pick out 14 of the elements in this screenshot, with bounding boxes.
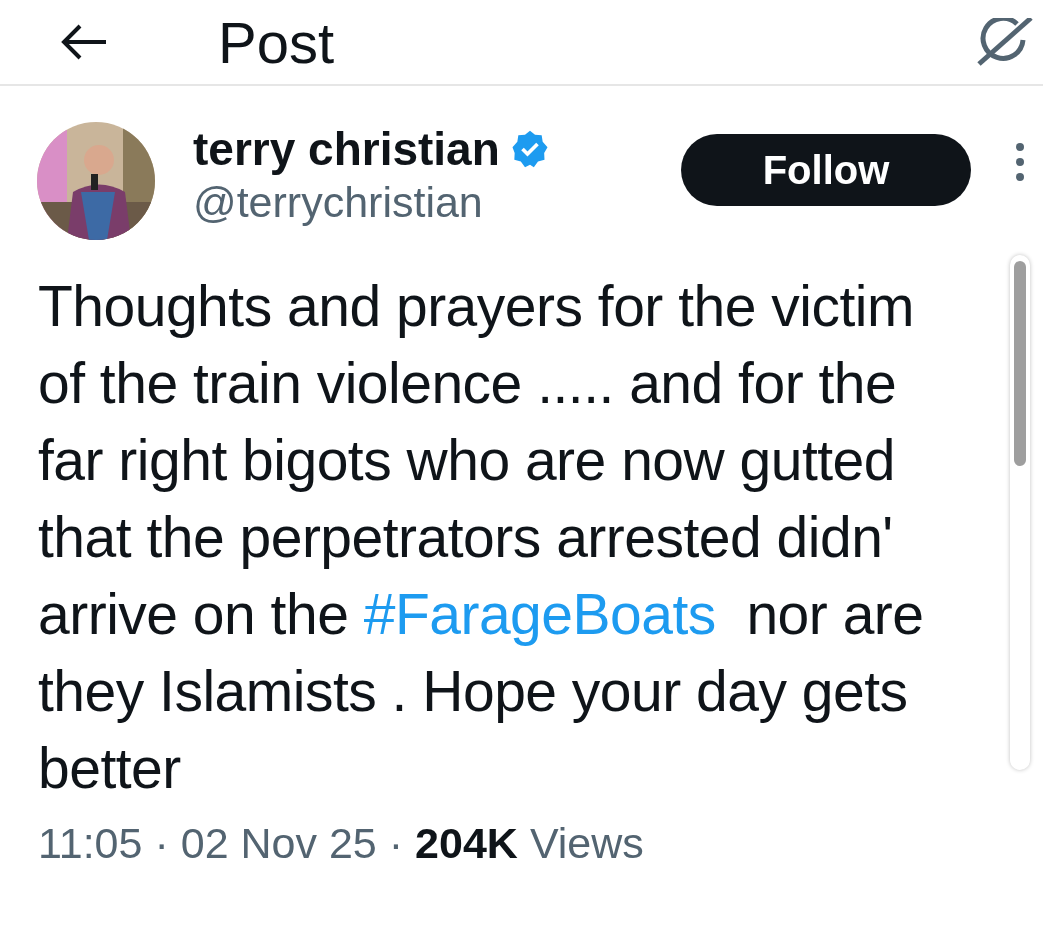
date-text: 02 Nov 25 xyxy=(180,819,377,868)
more-options-icon[interactable] xyxy=(1015,142,1025,182)
author-handle[interactable]: @terrychristian xyxy=(193,178,550,227)
separator-text: · xyxy=(154,819,169,868)
separator-text: · xyxy=(388,819,404,868)
view-count: 204K xyxy=(415,819,518,868)
page-title: Post xyxy=(218,8,335,76)
scrollbar[interactable] xyxy=(1010,255,1030,770)
back-arrow-icon[interactable] xyxy=(60,24,108,60)
time-text: 11:05 xyxy=(38,819,143,868)
post-text: Thoughts and prayers for the victim of the train violence ..... and for the far right bigots who are now gutted that the perpetrators arrested didn' arrive on the #FarageBoats nor are they Islamists . Hope your day gets better xyxy=(38,273,924,802)
follow-button[interactable]: Follow xyxy=(681,134,971,206)
author-name[interactable]: terry christian xyxy=(193,122,500,176)
views-label: Views xyxy=(529,819,644,868)
